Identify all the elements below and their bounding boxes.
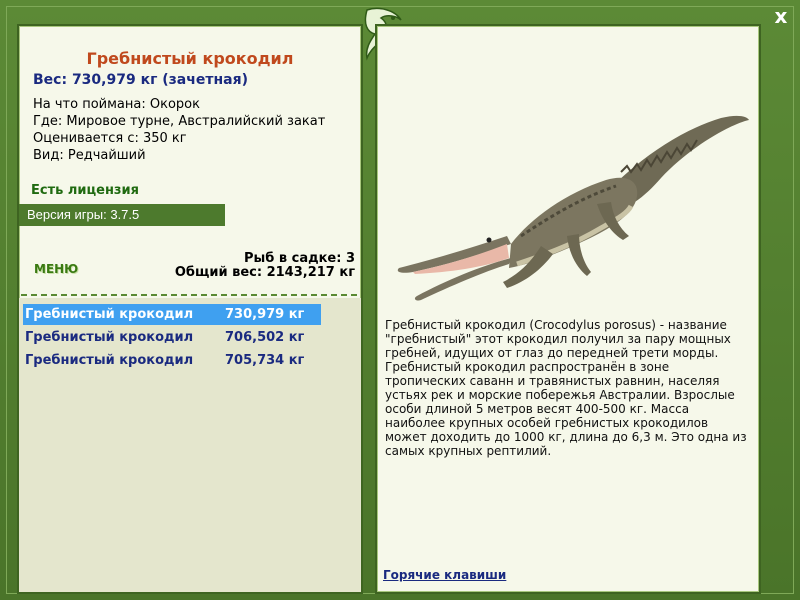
list-item-weight: 705,734 кг — [225, 353, 305, 368]
fish-description: Гребнистый крокодил (Crocodylus porosus)… — [385, 318, 747, 458]
list-item-name: Гребнистый крокодил — [25, 353, 194, 368]
close-button[interactable]: x — [768, 4, 794, 28]
fish-description-panel: Гребнистый крокодил (Crocodylus porosus)… — [375, 24, 761, 594]
list-item-name: Гребнистый крокодил — [25, 330, 194, 345]
list-item-weight: 730,979 кг — [225, 307, 305, 322]
fish-weight: Вес: 730,979 кг (зачетная) — [33, 72, 248, 88]
location-info: Где: Мировое турне, Австралийский закат — [33, 114, 326, 129]
list-item-weight: 706,502 кг — [225, 330, 305, 345]
fish-title: Гребнистый крокодил — [86, 49, 294, 68]
fish-count: Рыб в садке: 3 — [243, 251, 355, 266]
list-item[interactable]: Гребнистый крокодил 730,979 кг — [23, 304, 321, 325]
list-item-name: Гребнистый крокодил — [25, 307, 194, 322]
menu-button[interactable]: МЕНЮ — [34, 262, 78, 276]
hotkeys-link[interactable]: Горячие клавиши — [383, 568, 506, 582]
kind-info: Вид: Редчайший — [33, 148, 146, 163]
list-item[interactable]: Гребнистый крокодил 705,734 кг — [23, 350, 321, 371]
catch-info-panel: Гребнистый крокодил Вес: 730,979 кг (зач… — [17, 24, 363, 594]
total-weight: Общий вес: 2143,217 кг — [174, 265, 355, 280]
valued-from-info: Оценивается с: 350 кг — [33, 131, 187, 146]
game-version: Версия игры: 3.7.5 — [19, 204, 225, 226]
crocodile-image — [397, 115, 749, 301]
bait-info: На что поймана: Окорок — [33, 97, 200, 112]
licence-status: Есть лицензия — [31, 183, 139, 198]
cage-stats: Рыб в садке: 3 Общий вес: 2143,217 кг — [175, 252, 355, 280]
list-item[interactable]: Гребнистый крокодил 706,502 кг — [23, 327, 321, 348]
dashed-divider — [21, 294, 357, 296]
catch-list: Гребнистый крокодил 730,979 кг Гребнисты… — [19, 298, 361, 592]
